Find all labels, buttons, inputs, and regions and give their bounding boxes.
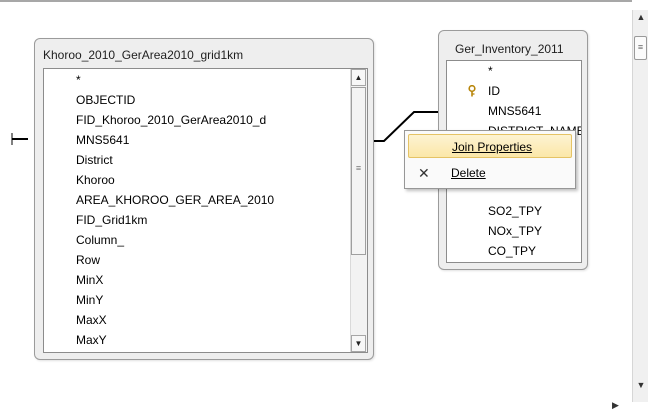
- field-list[interactable]: * OBJECTID FID_Khoroo_2010_GerArea2010_d MN…: [43, 68, 368, 353]
- field-item[interactable]: ID: [488, 81, 500, 101]
- primary-key-icon: [468, 85, 476, 97]
- menu-item-label: Join Properties: [452, 140, 533, 154]
- table-window-khoroo[interactable]: Khoroo_2010_GerArea2010_grid1km * OBJECTI…: [34, 38, 374, 360]
- canvas-vertical-scrollbar[interactable]: ▲ ≡ ▼: [632, 10, 648, 402]
- scroll-down-icon[interactable]: ▼: [351, 335, 366, 352]
- context-menu: Join Properties ✕ Delete: [404, 130, 576, 189]
- field-item[interactable]: CO_TPY: [488, 241, 536, 261]
- field-item[interactable]: OBJECTID: [76, 90, 135, 110]
- field-item[interactable]: *: [488, 61, 493, 81]
- scroll-thumb[interactable]: ≡: [634, 36, 647, 60]
- relationships-canvas[interactable]: Khoroo_2010_GerArea2010_grid1km * OBJECTI…: [0, 0, 632, 412]
- field-item[interactable]: MNS5641: [488, 101, 541, 121]
- scroll-right-icon[interactable]: ▶: [612, 400, 619, 411]
- field-item[interactable]: MinX: [76, 270, 103, 290]
- scroll-thumb[interactable]: ≡: [351, 87, 366, 255]
- field-item[interactable]: *: [76, 70, 81, 90]
- field-item[interactable]: FID_Grid1km: [76, 210, 147, 230]
- scroll-up-icon[interactable]: ▲: [351, 69, 366, 86]
- scroll-up-icon[interactable]: ▲: [635, 12, 647, 26]
- field-item[interactable]: Column_: [76, 230, 124, 250]
- horizontal-scrollbar-end[interactable]: ▶: [608, 400, 630, 412]
- field-list-scrollbar[interactable]: ▲ ≡ ▼: [350, 69, 367, 352]
- table-title[interactable]: Ger_Inventory_2011: [455, 42, 564, 56]
- field-item[interactable]: AREA_KHOROO_GER_AREA_2010: [76, 190, 274, 210]
- field-item[interactable]: District: [76, 150, 113, 170]
- field-item[interactable]: NOx_TPY: [488, 221, 542, 241]
- delete-x-icon: ✕: [418, 165, 430, 181]
- field-item[interactable]: MaxX: [76, 310, 107, 330]
- field-item[interactable]: SO2_TPY: [488, 201, 542, 221]
- menu-item-delete[interactable]: ✕ Delete: [408, 161, 572, 185]
- field-item[interactable]: MinY: [76, 290, 103, 310]
- field-item[interactable]: MNS5641: [76, 130, 129, 150]
- field-item[interactable]: FID_Khoroo_2010_GerArea2010_d: [76, 110, 266, 130]
- field-item[interactable]: Row: [76, 250, 100, 270]
- menu-item-join-properties[interactable]: Join Properties: [408, 134, 572, 158]
- menu-item-label: Delete: [451, 166, 486, 180]
- table-title[interactable]: Khoroo_2010_GerArea2010_grid1km: [43, 48, 243, 62]
- field-item[interactable]: MaxY: [76, 330, 107, 350]
- scroll-down-icon[interactable]: ▼: [635, 380, 647, 394]
- field-item[interactable]: Khoroo: [76, 170, 115, 190]
